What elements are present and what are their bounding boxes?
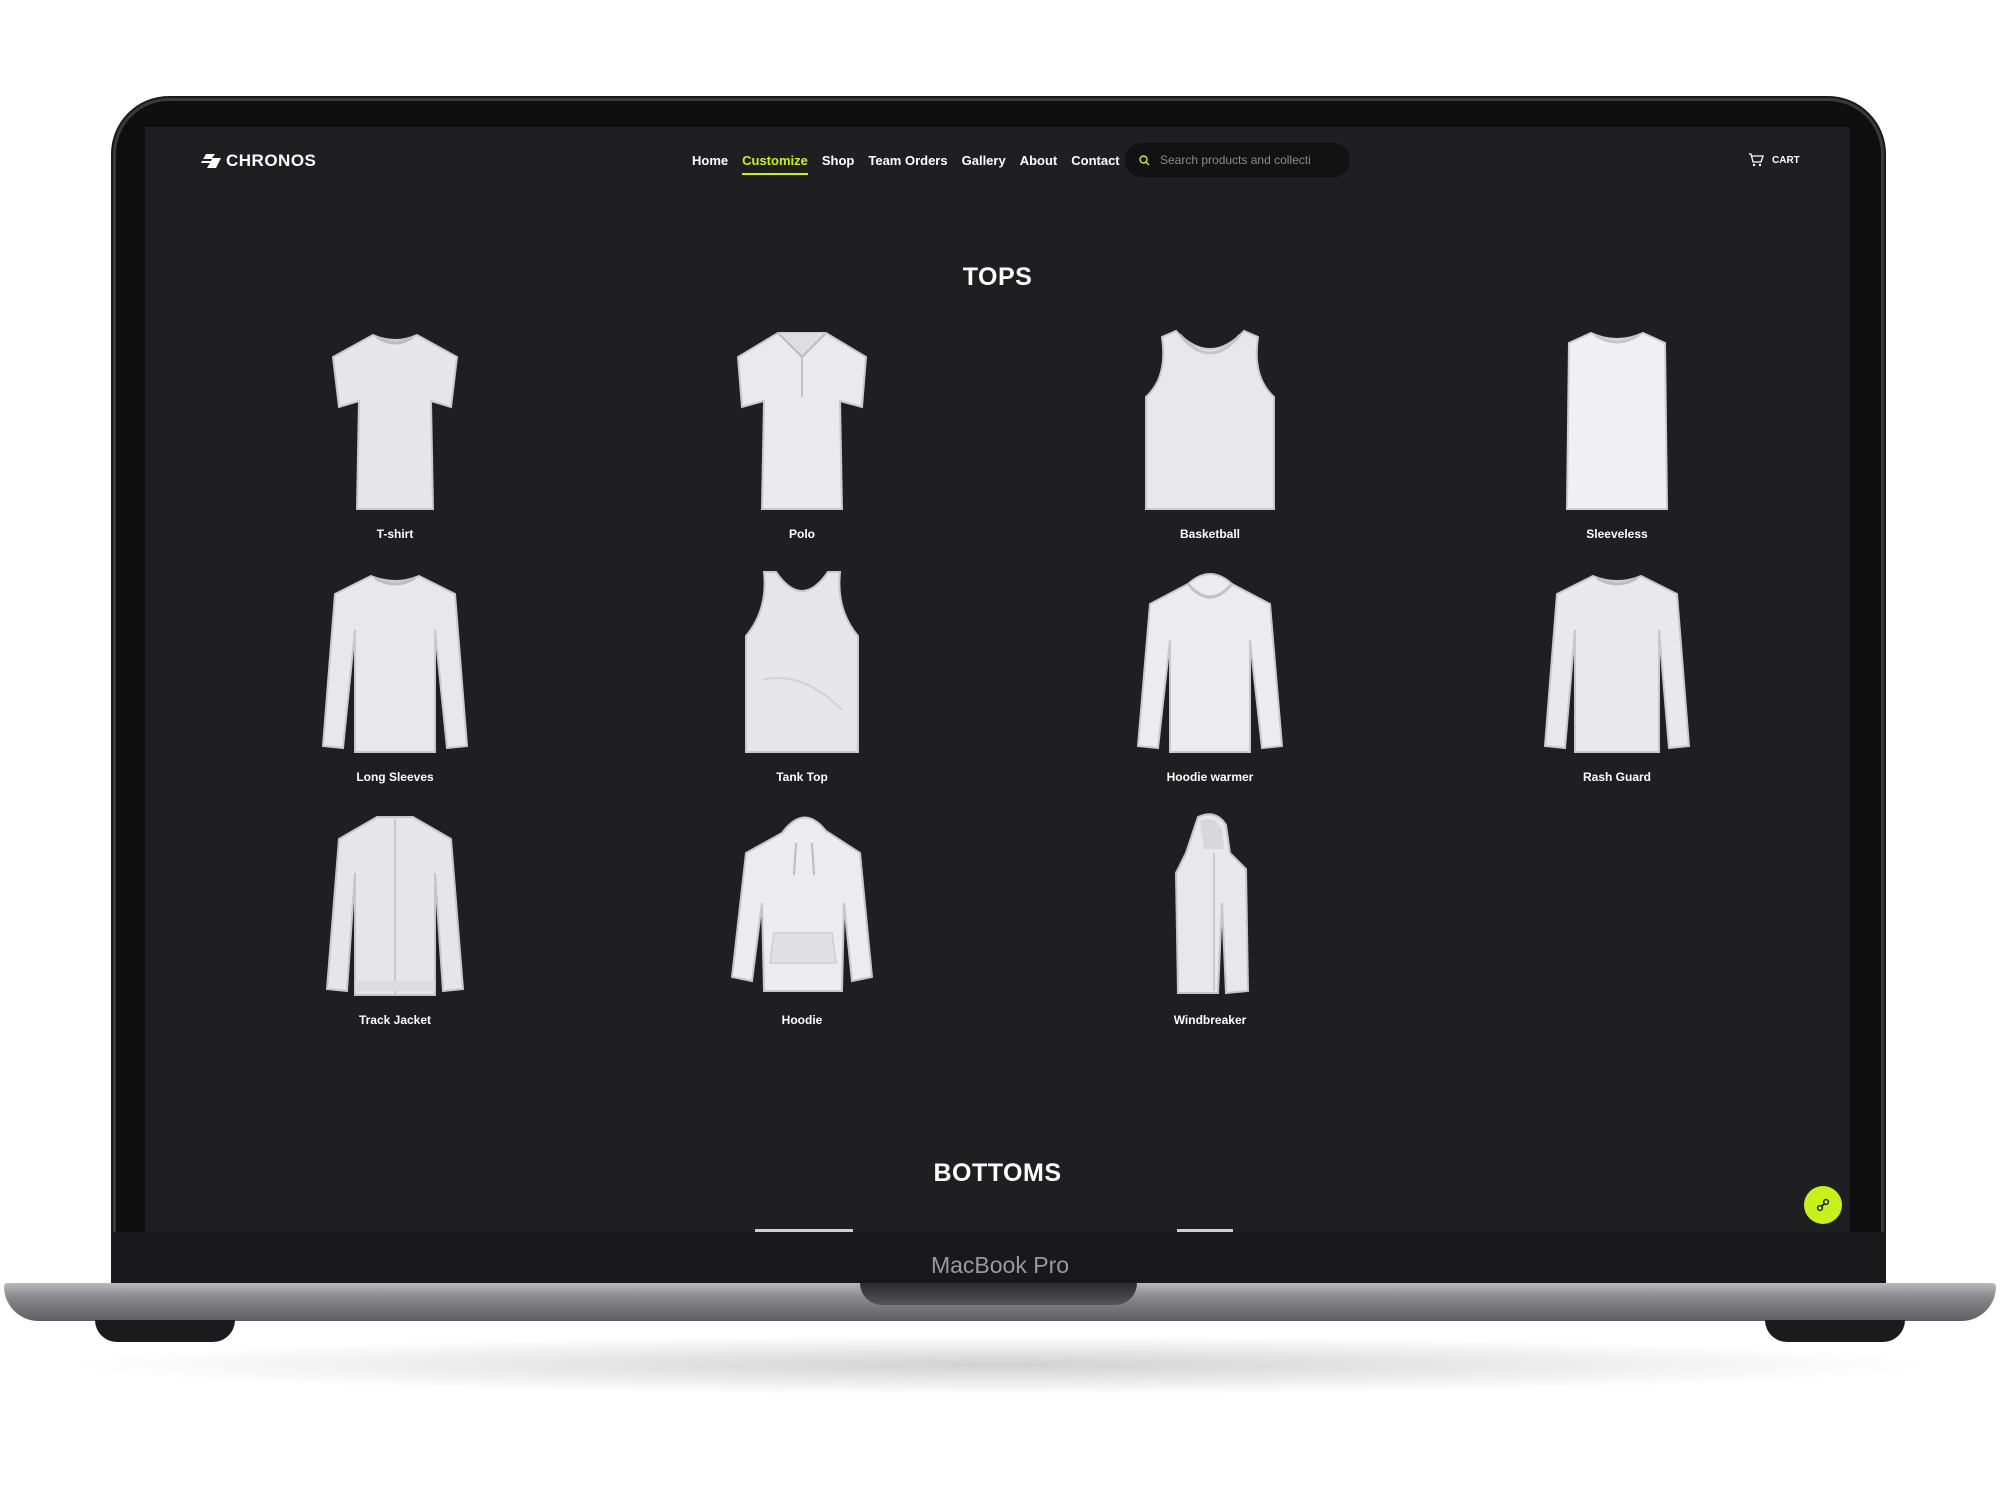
product-preview-edge <box>1177 1229 1233 1232</box>
track-jacket-icon <box>325 816 465 996</box>
product-label: Basketball <box>1179 527 1241 541</box>
rash-guard-icon <box>1543 574 1691 753</box>
section-title-tops: TOPS <box>962 263 1033 291</box>
product-card-long-sleeves[interactable]: Long Sleeves <box>245 570 545 800</box>
product-label: Rash Guard <box>1582 770 1651 784</box>
nav-item-shop[interactable]: Shop <box>822 153 855 175</box>
product-label: Long Sleeves <box>356 770 434 784</box>
product-label: T-shirt <box>376 527 414 541</box>
nav-item-contact[interactable]: Contact <box>1071 153 1119 175</box>
product-label: Sleeveless <box>1586 527 1648 541</box>
search-input[interactable] <box>1158 152 1337 168</box>
laptop-foot-right <box>1765 1320 1905 1342</box>
hoodie-warmer-icon <box>1136 573 1284 753</box>
search-icon <box>1139 154 1150 165</box>
long-sleeve-icon <box>321 574 469 753</box>
nav-item-about[interactable]: About <box>1020 153 1058 175</box>
product-label: Track Jacket <box>358 1013 432 1027</box>
cart-label: CART <box>1772 154 1800 166</box>
laptop-notch <box>860 1283 1137 1305</box>
laptop-shadow <box>60 1335 1940 1395</box>
floating-action-button[interactable] <box>1804 1186 1842 1224</box>
section-title-bottoms: BOTTOMS <box>933 1159 1062 1187</box>
nav-item-gallery[interactable]: Gallery <box>962 153 1006 175</box>
product-preview-edge <box>755 1229 853 1232</box>
brand-name: CHRONOS <box>226 151 317 170</box>
product-card-tshirt[interactable]: T-shirt <box>245 327 545 557</box>
search-bar[interactable] <box>1125 143 1350 177</box>
windbreaker-icon <box>1174 813 1250 995</box>
device-label: MacBook Pro <box>930 1252 1070 1278</box>
product-card-polo[interactable]: Polo <box>652 327 952 557</box>
main-menu: Home Customize Shop Team Orders Gallery … <box>692 153 1120 175</box>
product-card-hoodie[interactable]: Hoodie <box>652 813 952 1043</box>
product-label: Polo <box>789 527 815 541</box>
product-label: Hoodie <box>781 1013 823 1027</box>
link-icon <box>1816 1198 1830 1212</box>
product-card-sleeveless[interactable]: Sleeveless <box>1467 327 1767 557</box>
product-card-rash-guard[interactable]: Rash Guard <box>1467 570 1767 800</box>
basketball-jersey-icon <box>1145 329 1275 510</box>
nav-item-customize[interactable]: Customize <box>742 153 808 175</box>
product-card-basketball[interactable]: Basketball <box>1060 327 1360 557</box>
product-card-hoodie-warmer[interactable]: Hoodie warmer <box>1060 570 1360 800</box>
brand-logo[interactable]: CHRONOS <box>200 151 316 171</box>
cart-button[interactable]: CART <box>1748 153 1800 167</box>
nav-item-home[interactable]: Home <box>692 153 728 175</box>
polo-icon <box>736 332 868 510</box>
nav-item-team-orders[interactable]: Team Orders <box>868 153 947 175</box>
product-label: Windbreaker <box>1173 1013 1247 1027</box>
product-label: Hoodie warmer <box>1166 770 1254 784</box>
product-card-windbreaker[interactable]: Windbreaker <box>1060 813 1360 1043</box>
lightning-logo-icon <box>201 154 221 168</box>
tank-top-icon <box>745 571 859 753</box>
cart-icon <box>1749 153 1764 167</box>
product-card-tank-top[interactable]: Tank Top <box>652 570 952 800</box>
laptop-foot-left <box>95 1320 235 1342</box>
browser-screen: CHRONOS Home Customize Shop Team Orders … <box>145 127 1850 1232</box>
top-navigation: CHRONOS Home Customize Shop Team Orders … <box>145 127 1850 197</box>
hoodie-icon <box>730 816 874 992</box>
product-card-track-jacket[interactable]: Track Jacket <box>245 813 545 1043</box>
sleeveless-icon <box>1565 331 1669 510</box>
product-label: Tank Top <box>776 770 828 784</box>
tshirt-icon <box>331 333 459 510</box>
